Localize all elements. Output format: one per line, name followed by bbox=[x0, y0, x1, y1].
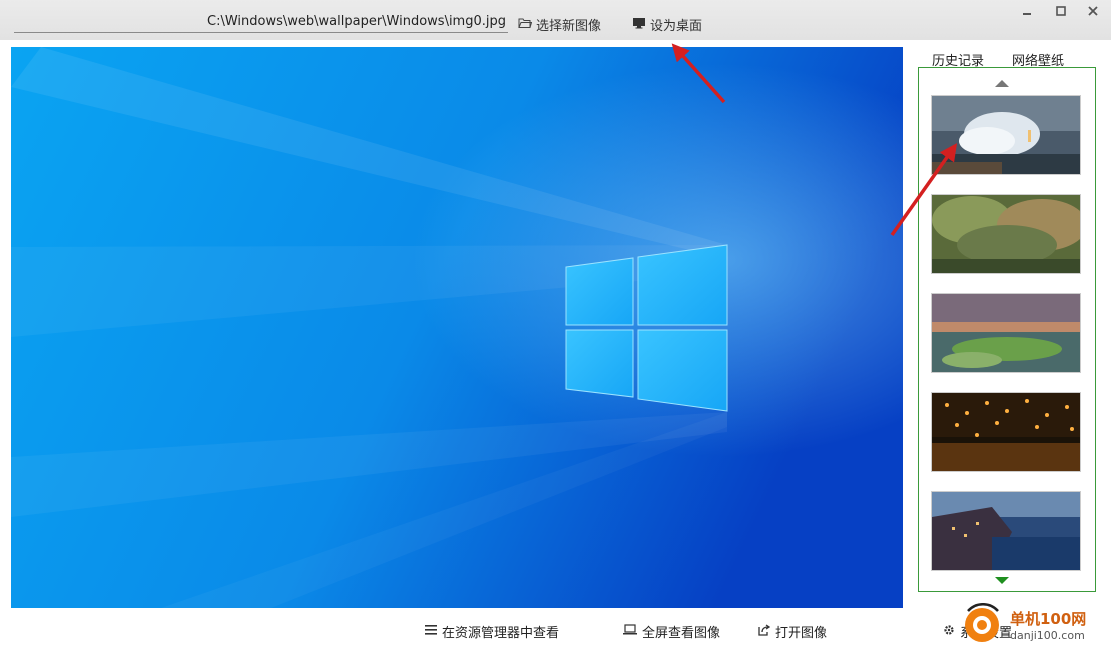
thumbnail-forest[interactable] bbox=[931, 194, 1081, 274]
choose-image-label: 选择新图像 bbox=[536, 19, 602, 34]
scroll-down-arrow-icon[interactable] bbox=[995, 577, 1009, 584]
thumbnail-lanterns[interactable] bbox=[931, 392, 1081, 472]
fullscreen-view-label: 全屏查看图像 bbox=[642, 626, 721, 641]
set-desktop-label: 设为桌面 bbox=[650, 19, 703, 34]
list-icon bbox=[425, 624, 437, 639]
windows-logo-wallpaper bbox=[11, 47, 903, 608]
thumbnail-coast-sunset[interactable] bbox=[931, 293, 1081, 373]
folder-open-icon bbox=[518, 17, 533, 33]
thumbnail-wave-lighthouse[interactable] bbox=[931, 95, 1081, 175]
set-desktop-button[interactable]: 设为桌面 bbox=[632, 15, 702, 34]
gear-icon bbox=[943, 624, 955, 640]
image-path-field[interactable] bbox=[14, 11, 508, 33]
open-image-label: 打开图像 bbox=[775, 626, 828, 641]
minimize-button[interactable] bbox=[1016, 4, 1038, 22]
close-button[interactable] bbox=[1082, 4, 1104, 22]
watermark-logo-icon bbox=[965, 603, 999, 642]
watermark: 单机100网 danji100.com bbox=[958, 603, 1108, 648]
laptop-icon bbox=[623, 624, 637, 639]
watermark-name: 单机100网 bbox=[1010, 610, 1087, 628]
minimize-icon bbox=[1021, 5, 1033, 21]
thumbnail-coastal-village[interactable] bbox=[931, 491, 1081, 571]
view-in-explorer-label: 在资源管理器中查看 bbox=[442, 626, 560, 641]
scroll-up-arrow-icon[interactable] bbox=[995, 80, 1009, 87]
close-icon bbox=[1087, 5, 1099, 21]
view-in-explorer-button[interactable]: 在资源管理器中查看 bbox=[425, 622, 559, 641]
sidebar-tabs: 历史记录 网络壁纸 bbox=[918, 50, 1098, 69]
monitor-icon bbox=[632, 17, 646, 33]
share-icon bbox=[758, 623, 771, 640]
history-panel bbox=[918, 67, 1096, 592]
tab-online-wallpaper[interactable]: 网络壁纸 bbox=[1012, 50, 1064, 69]
toolbar: 选择新图像 设为桌面 bbox=[0, 0, 1111, 40]
choose-image-button[interactable]: 选择新图像 bbox=[518, 15, 601, 34]
watermark-url: danji100.com bbox=[1010, 629, 1085, 642]
fullscreen-view-button[interactable]: 全屏查看图像 bbox=[623, 622, 720, 641]
maximize-icon bbox=[1055, 5, 1067, 21]
open-image-button[interactable]: 打开图像 bbox=[758, 622, 827, 641]
maximize-button[interactable] bbox=[1050, 4, 1072, 22]
wallpaper-preview bbox=[11, 47, 903, 608]
tab-history[interactable]: 历史记录 bbox=[932, 50, 984, 69]
